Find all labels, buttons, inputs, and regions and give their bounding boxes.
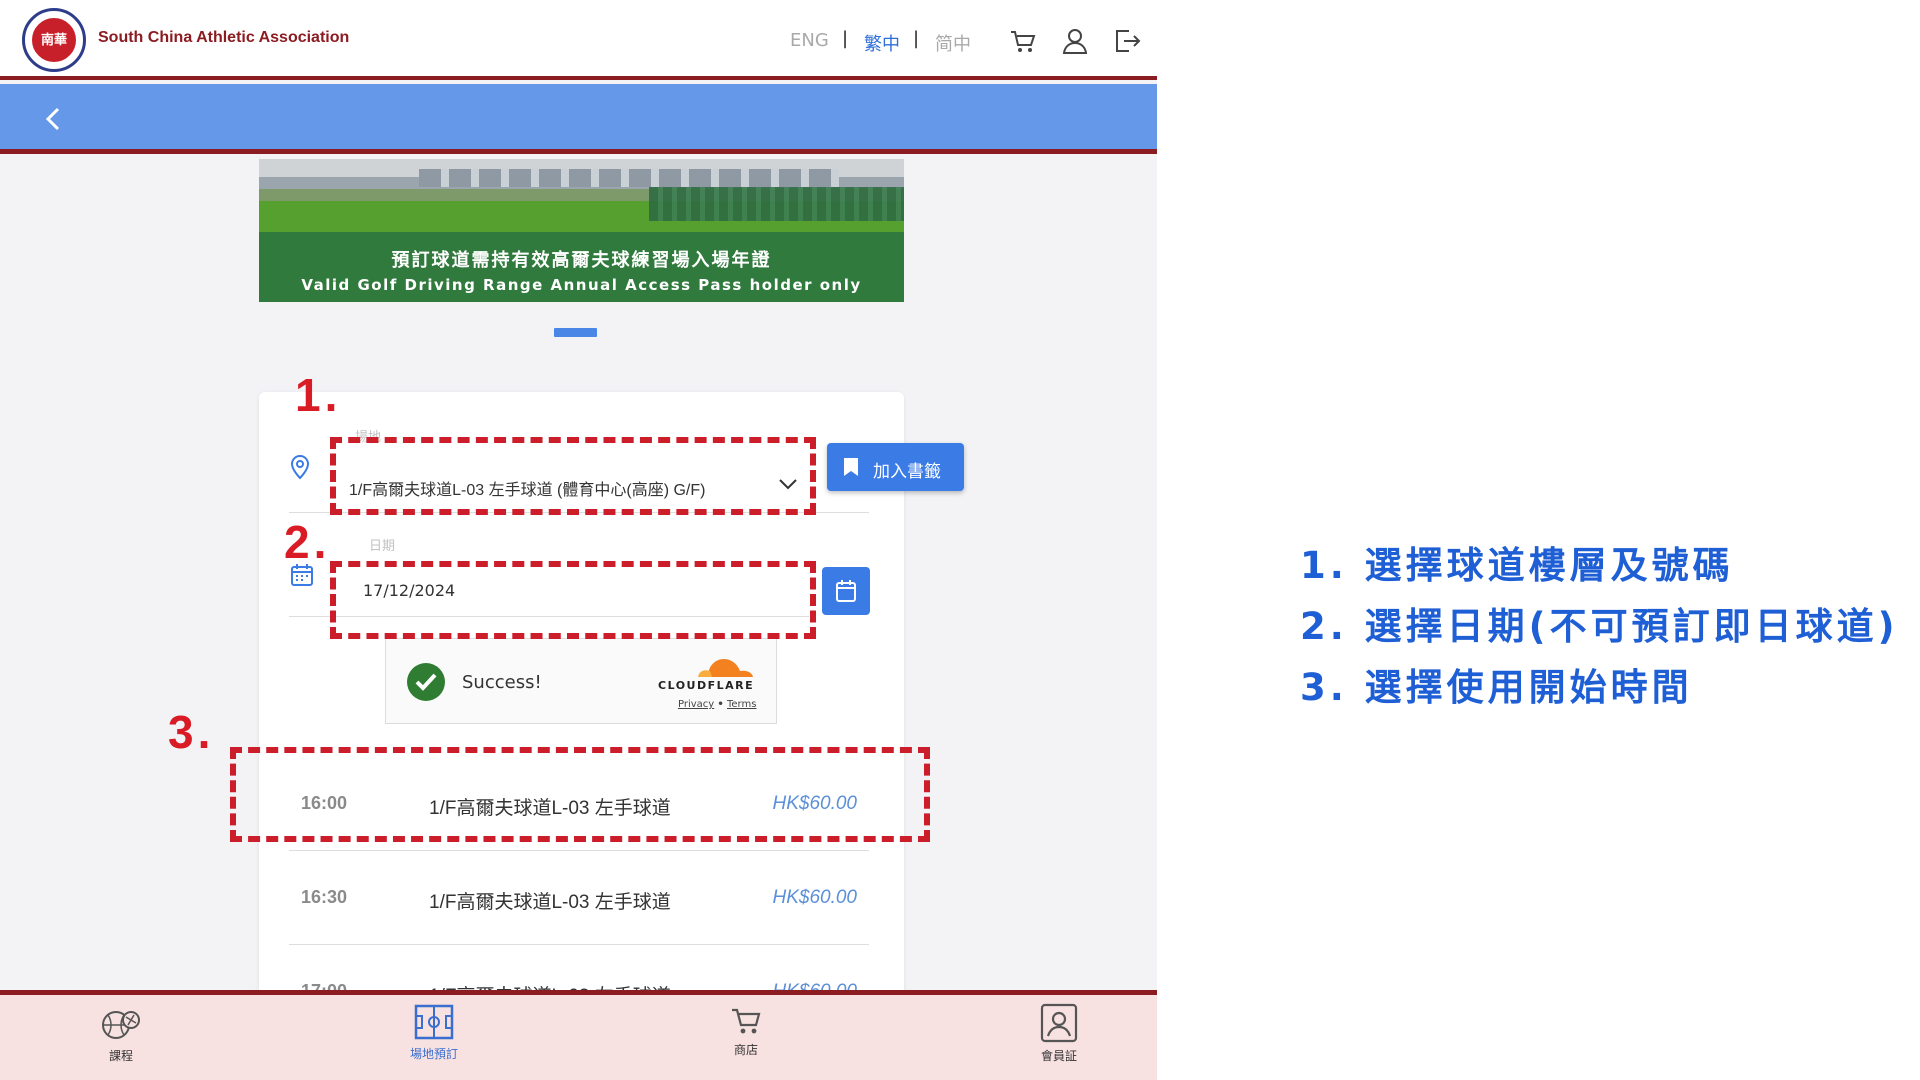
lang-traditional[interactable]: 繁中	[864, 30, 900, 56]
lang-separator: |	[842, 28, 849, 49]
lang-eng[interactable]: ENG	[790, 30, 829, 51]
instruction-step-2: 2. 選擇日期(不可預訂即日球道)	[1300, 605, 1899, 648]
instruction-notes: 1. 選擇球道樓層及號碼 2. 選擇日期(不可預訂即日球道) 3. 選擇使用開始…	[1300, 535, 1899, 718]
brand-name[interactable]: South China Athletic Association	[98, 29, 349, 47]
banner-caption-en: Valid Golf Driving Range Annual Access P…	[301, 276, 862, 294]
nav-label: 場地預訂	[409, 1047, 458, 1061]
top-bar: 南華 South China Athletic Association ENG …	[0, 0, 1157, 80]
date-picker-button[interactable]	[822, 567, 870, 615]
shop-cart-icon	[732, 1008, 761, 1034]
annotation-step-3: 3.	[168, 706, 215, 758]
banner-caption: 預訂球道需持有效高爾夫球練習場入場年證 Valid Golf Driving R…	[259, 232, 904, 302]
captcha-status: Success!	[462, 672, 542, 693]
page-header-bar	[0, 84, 1157, 154]
nav-label: 會員証	[1040, 1049, 1077, 1063]
instruction-step-3: 3. 選擇使用開始時間	[1300, 666, 1693, 709]
banner-caption-zh: 預訂球道需持有效高爾夫球練習場入場年證	[391, 250, 772, 271]
calendar-icon	[836, 580, 856, 602]
slot-venue: 1/F高爾夫球道L-03 左手球道	[429, 892, 671, 913]
logo-emblem: 南華	[30, 16, 78, 64]
annotation-step-1: 1.	[295, 369, 342, 421]
nav-shop[interactable]: 商店	[686, 1003, 806, 1077]
annotation-box-venue	[330, 437, 816, 515]
banner-building	[419, 169, 839, 187]
annotation-step-2: 2.	[284, 516, 331, 568]
carousel-indicator[interactable]	[554, 328, 597, 337]
nav-venue-booking[interactable]: 場地預訂	[374, 1003, 494, 1077]
app-screen: 南華 South China Athletic Association ENG …	[0, 0, 1157, 1080]
captcha-links: Privacy • Terms	[678, 699, 756, 710]
add-bookmark-button[interactable]: 加入書籤	[827, 443, 964, 491]
success-check-icon	[407, 663, 445, 701]
date-label: 日期	[369, 539, 396, 554]
promo-banner[interactable]: 預訂球道需持有效高爾夫球練習場入場年證 Valid Golf Driving R…	[259, 159, 904, 302]
annotation-box-date	[330, 561, 816, 639]
location-pin-icon	[290, 454, 310, 480]
nav-label: 商店	[733, 1043, 758, 1057]
lang-separator: |	[913, 28, 920, 49]
banner-nets	[649, 187, 904, 221]
logout-icon[interactable]	[1112, 26, 1142, 56]
nav-member-card[interactable]: 會員証	[999, 1003, 1119, 1077]
captcha-widget[interactable]: Success! CLOUDFLARE Privacy • Terms	[385, 638, 777, 724]
member-card-icon	[1040, 1003, 1078, 1043]
nav-label: 課程	[108, 1049, 133, 1063]
logo-text: 南華	[40, 32, 67, 48]
user-icon[interactable]	[1060, 26, 1090, 56]
instruction-step-1: 1. 選擇球道樓層及號碼	[1300, 544, 1734, 587]
cart-icon[interactable]	[1008, 26, 1038, 56]
slot-time: 16:30	[301, 887, 348, 907]
annotation-box-timeslot	[230, 747, 930, 842]
nav-courses[interactable]: 課程	[61, 1003, 181, 1077]
bottom-nav: 課程 場地預訂 商店 會員証	[0, 990, 1157, 1080]
lang-simplified[interactable]: 简中	[935, 30, 971, 56]
bookmark-label: 加入書籤	[873, 462, 941, 482]
terms-link[interactable]: Terms	[727, 699, 756, 710]
link-dot: •	[717, 699, 724, 710]
courses-icon	[102, 1011, 140, 1039]
venue-booking-icon	[414, 1004, 454, 1040]
slot-price: HK$60.00	[772, 887, 857, 908]
captcha-provider: CLOUDFLARE	[658, 679, 755, 692]
association-logo[interactable]: 南華	[22, 8, 86, 72]
cloudflare-logo-icon	[698, 659, 753, 677]
privacy-link[interactable]: Privacy	[678, 699, 714, 710]
chevron-left-icon[interactable]	[40, 104, 68, 134]
bookmark-icon	[844, 458, 858, 476]
time-slot-row[interactable]: 16:30 1/F高爾夫球道L-03 左手球道 HK$60.00	[289, 851, 869, 945]
